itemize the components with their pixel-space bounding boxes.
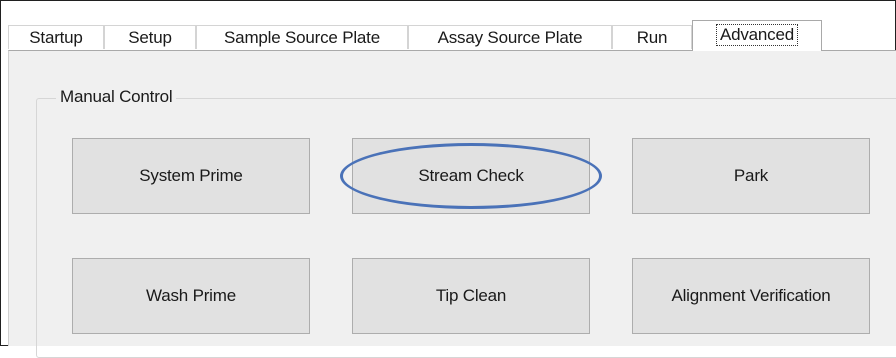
tab-setup[interactable]: Setup — [104, 25, 196, 49]
tab-setup-label: Setup — [128, 28, 172, 47]
stream-check-button[interactable]: Stream Check — [352, 138, 590, 214]
wash-prime-button[interactable]: Wash Prime — [72, 258, 310, 334]
manual-control-title: Manual Control — [56, 86, 177, 108]
tab-run-label: Run — [636, 28, 668, 47]
tab-advanced-label: Advanced — [715, 24, 798, 46]
tab-strip: Startup Setup Sample Source Plate Assay … — [8, 12, 888, 51]
alignment-verification-button[interactable]: Alignment Verification — [632, 258, 870, 334]
tab-assay-source-plate[interactable]: Assay Source Plate — [408, 25, 612, 49]
tab-assay-source-plate-label: Assay Source Plate — [437, 28, 583, 47]
system-prime-button[interactable]: System Prime — [72, 138, 310, 214]
tab-advanced[interactable]: Advanced — [692, 20, 822, 51]
tip-clean-button[interactable]: Tip Clean — [352, 258, 590, 334]
tab-sample-source-plate-label: Sample Source Plate — [224, 28, 380, 47]
tab-startup[interactable]: Startup — [8, 25, 104, 49]
park-button[interactable]: Park — [632, 138, 870, 214]
tab-run[interactable]: Run — [612, 25, 692, 49]
tab-startup-label: Startup — [29, 28, 83, 47]
tab-sample-source-plate[interactable]: Sample Source Plate — [196, 25, 408, 49]
